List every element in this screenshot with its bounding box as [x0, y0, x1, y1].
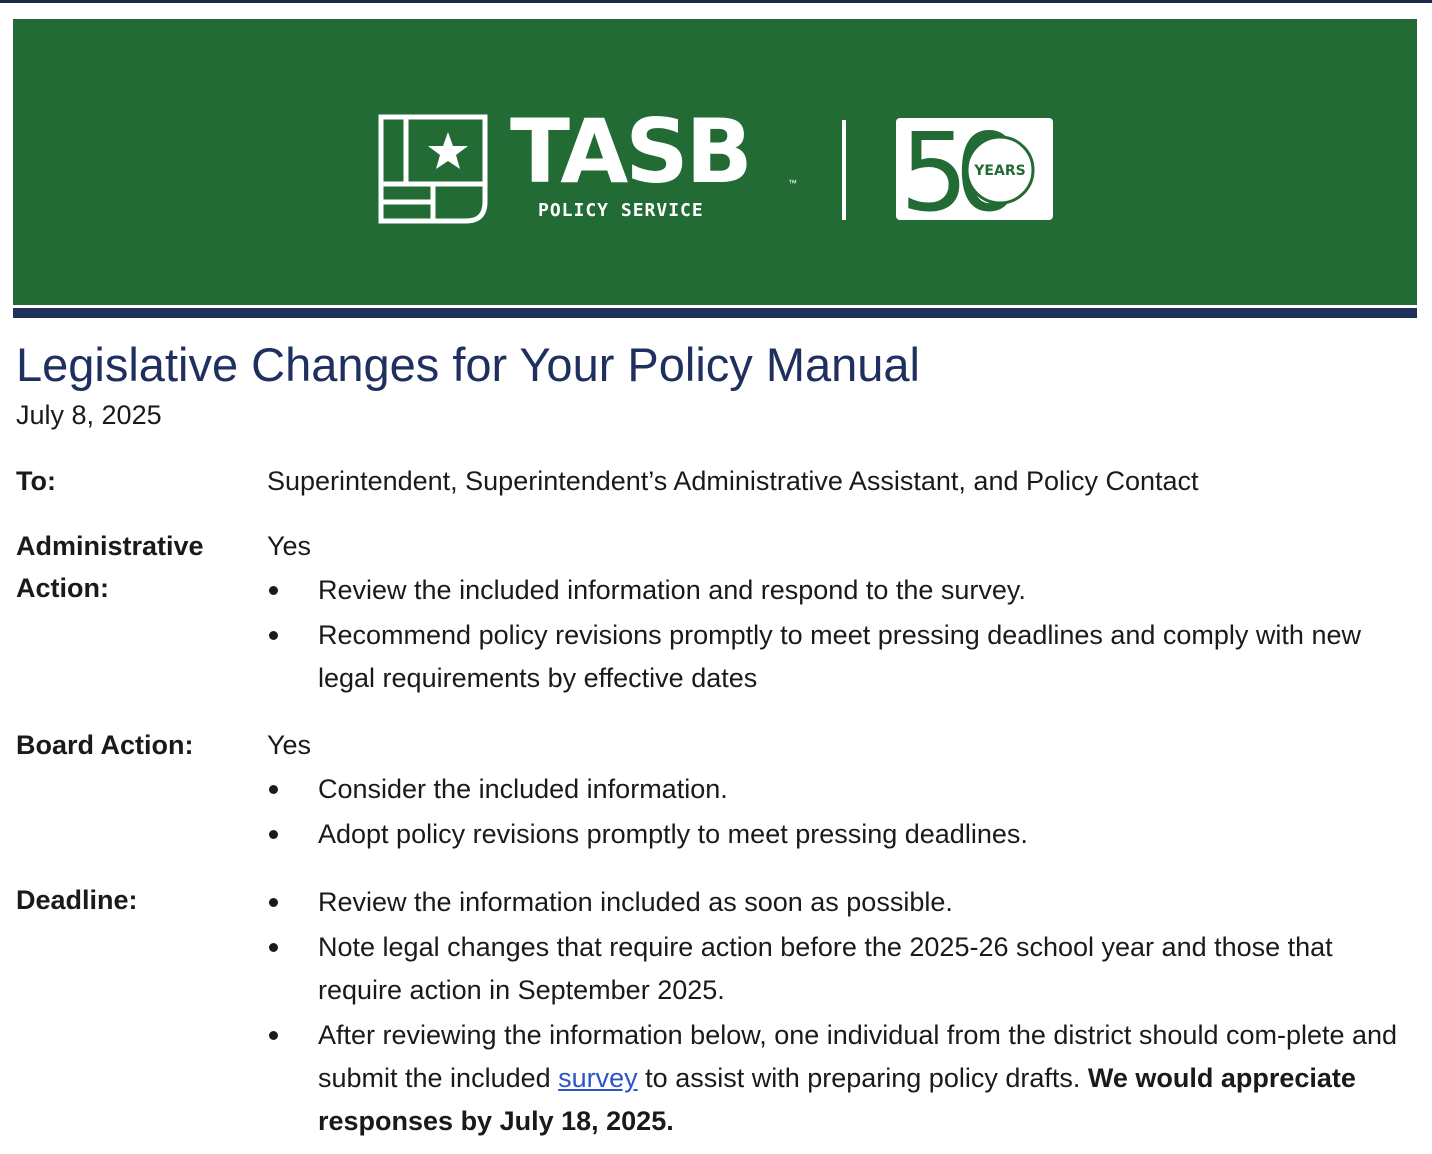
to-label: To:	[16, 466, 56, 496]
list-item: Consider the included information.	[267, 768, 1417, 811]
brand-name: TASB	[510, 100, 753, 203]
list-item: Adopt policy revisions promptly to meet …	[267, 813, 1417, 856]
deadline-list: Review the information included as soon …	[267, 881, 1417, 1145]
survey-link[interactable]: survey	[558, 1063, 638, 1093]
anniversary-label: YEARS	[973, 163, 1025, 179]
deadline-text-continued: to assist with preparing policy drafts.	[637, 1063, 1088, 1093]
to-value: Superintendent, Superintendent’s Adminis…	[267, 466, 1199, 496]
brand-subtitle: POLICY SERVICE	[538, 200, 704, 221]
board-action-list: Consider the included information. Adopt…	[267, 768, 1417, 858]
list-item: Recommend policy revisions promptly to m…	[267, 614, 1417, 700]
document-date: July 8, 2025	[16, 400, 162, 430]
brand-divider	[842, 120, 846, 220]
flag-grid-star-icon	[378, 114, 488, 224]
banner-rule	[13, 308, 1417, 318]
page-title: Legislative Changes for Your Policy Manu…	[16, 338, 920, 391]
admin-action-value: Yes	[267, 531, 312, 561]
trademark-mark: ™	[788, 178, 797, 188]
board-action-label: Board Action:	[16, 730, 194, 760]
top-rule	[0, 0, 1432, 3]
board-action-value: Yes	[267, 730, 312, 760]
list-item: After reviewing the information below, o…	[267, 1014, 1417, 1143]
admin-action-list: Review the included information and resp…	[267, 569, 1417, 702]
list-item: Review the included information and resp…	[267, 569, 1417, 612]
list-item: Review the information included as soon …	[267, 881, 1417, 924]
list-item: Note legal changes that require action b…	[267, 926, 1417, 1012]
admin-action-label-line1: Administrative	[16, 531, 204, 561]
admin-action-label-line2: Action:	[16, 573, 109, 603]
deadline-label: Deadline:	[16, 885, 138, 915]
anniversary-badge: 50 YEARS	[896, 118, 1053, 220]
